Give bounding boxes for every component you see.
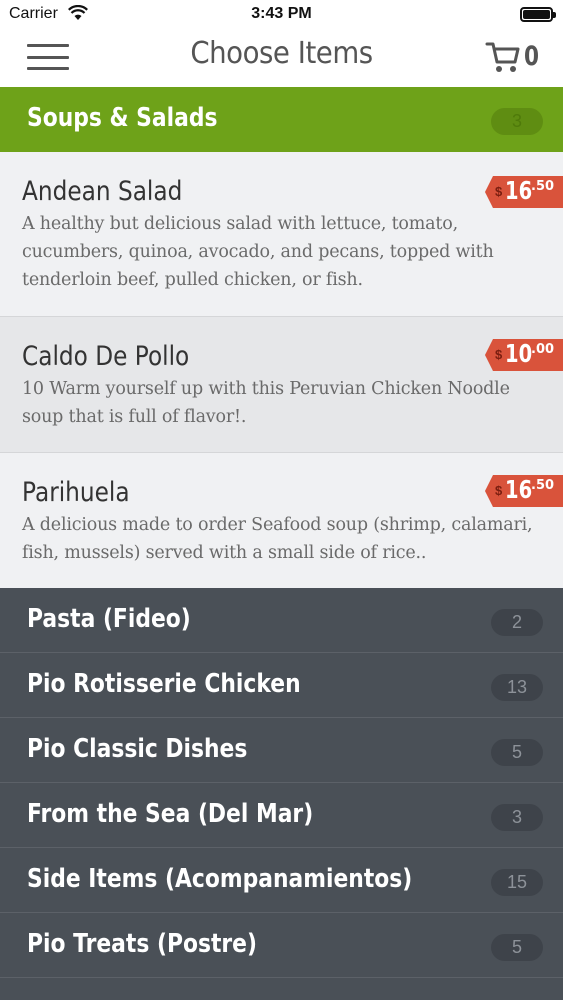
category-header-soups-salads[interactable]: Soups & Salads 3 bbox=[0, 87, 563, 152]
category-title: Side Items (Acompanamientos) bbox=[27, 864, 413, 894]
category-title: Pasta (Fideo) bbox=[27, 604, 191, 634]
battery-icon bbox=[520, 7, 556, 22]
category-title: Pio Treats (Postre) bbox=[27, 929, 257, 959]
cart-icon bbox=[485, 42, 520, 72]
price-tag: $ 16 .50 bbox=[485, 176, 563, 208]
clock: 3:43 PM bbox=[251, 5, 312, 22]
item-description: A delicious made to order Seafood soup (… bbox=[22, 515, 533, 563]
category-title: From the Sea (Del Mar) bbox=[27, 799, 314, 829]
cart-count: 0 bbox=[524, 41, 540, 72]
category-count-badge: 15 bbox=[491, 869, 543, 896]
category-count-badge: 2 bbox=[491, 609, 543, 636]
category-count-badge: 13 bbox=[491, 674, 543, 701]
item-name: Caldo De Pollo bbox=[22, 341, 190, 372]
cart-button[interactable]: 0 bbox=[485, 39, 555, 77]
nav-bar: Choose Items 0 bbox=[0, 30, 563, 87]
menu-item[interactable]: Parihuela A delicious made to order Seaf… bbox=[0, 453, 563, 588]
item-description: 10 Warm yourself up with this Peruvian C… bbox=[22, 379, 510, 427]
item-description: A healthy but delicious salad with lettu… bbox=[22, 214, 494, 290]
category-row-side-items[interactable]: Side Items (Acompanamientos) 15 bbox=[0, 848, 563, 913]
category-row-treats[interactable]: Pio Treats (Postre) 5 bbox=[0, 913, 563, 978]
category-title: Pio Rotisserie Chicken bbox=[27, 669, 301, 699]
item-name: Parihuela bbox=[22, 477, 130, 508]
item-name: Andean Salad bbox=[22, 176, 183, 207]
category-count-badge: 5 bbox=[491, 739, 543, 766]
category-row-rotisserie-chicken[interactable]: Pio Rotisserie Chicken 13 bbox=[0, 653, 563, 718]
category-count-badge: 5 bbox=[491, 934, 543, 961]
price-tag: $ 10 .00 bbox=[485, 339, 563, 371]
menu-item[interactable]: Caldo De Pollo 10 Warm yourself up with … bbox=[0, 317, 563, 453]
menu-item[interactable]: Andean Salad A healthy but delicious sal… bbox=[0, 152, 563, 317]
category-count-badge: 3 bbox=[491, 804, 543, 831]
price-tag: $ 16 .50 bbox=[485, 475, 563, 507]
category-row-pasta[interactable]: Pasta (Fideo) 2 bbox=[0, 588, 563, 653]
page-title: Choose Items bbox=[190, 36, 373, 71]
category-count-badge: 3 bbox=[491, 108, 543, 135]
category-row-from-the-sea[interactable]: From the Sea (Del Mar) 3 bbox=[0, 783, 563, 848]
category-row-classic-dishes[interactable]: Pio Classic Dishes 5 bbox=[0, 718, 563, 783]
category-title: Soups & Salads bbox=[27, 103, 218, 133]
category-title: Pio Classic Dishes bbox=[27, 734, 248, 764]
status-bar: Carrier 3:43 PM bbox=[0, 0, 563, 30]
